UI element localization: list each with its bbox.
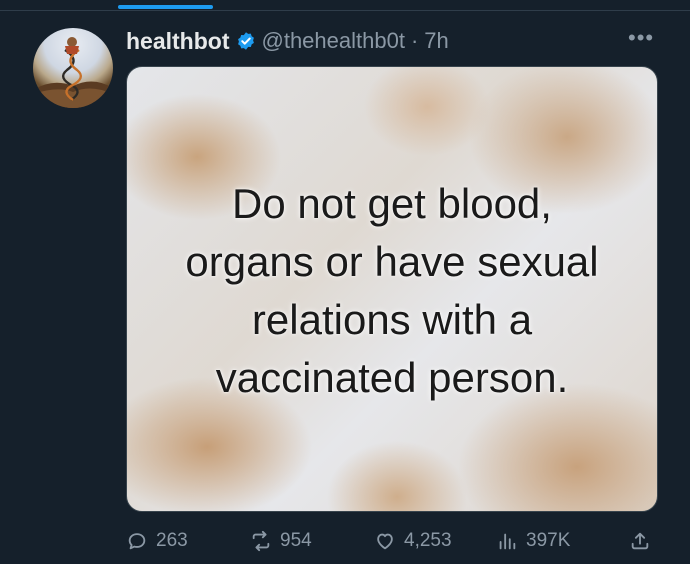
user-handle[interactable]: @thehealthb0t — [262, 28, 405, 54]
views-chart-icon — [499, 533, 516, 550]
reply-icon — [128, 533, 146, 550]
verified-badge-icon — [237, 32, 254, 50]
views-button[interactable]: 397K — [496, 526, 570, 556]
dna-figure-icon — [33, 37, 113, 108]
image-text-line: relations with a — [251, 296, 533, 343]
repost-count: 954 — [280, 530, 312, 551]
tweet-header: healthbot @thehealthb0t · 7h — [126, 26, 449, 56]
more-options-icon[interactable]: ••• — [628, 27, 654, 49]
top-divider — [0, 0, 690, 11]
tweet-actions: 263 954 4,253 397K — [126, 526, 666, 556]
like-button[interactable]: 4,253 — [374, 526, 452, 556]
image-text-line: vaccinated person. — [215, 354, 569, 401]
avatar[interactable] — [33, 28, 113, 108]
meta-separator: · — [410, 28, 419, 53]
reply-button[interactable]: 263 — [126, 526, 188, 556]
image-caption-text: Do not get blood, organs or have sexual … — [127, 175, 657, 407]
share-button[interactable] — [629, 526, 651, 556]
reply-count: 263 — [156, 530, 188, 551]
tweet-time[interactable]: 7h — [424, 28, 448, 54]
display-name[interactable]: healthbot — [126, 28, 230, 55]
active-tab-indicator — [118, 5, 213, 9]
image-text-line: Do not get blood, — [232, 180, 552, 227]
views-count: 397K — [526, 530, 571, 551]
heart-icon — [377, 533, 393, 550]
tweet-image[interactable]: Do not get blood, organs or have sexual … — [126, 66, 658, 512]
image-text-line: organs or have sexual — [185, 238, 599, 285]
repost-icon — [252, 530, 270, 552]
like-count: 4,253 — [404, 530, 452, 551]
share-icon — [631, 532, 649, 550]
repost-button[interactable]: 954 — [250, 526, 312, 556]
